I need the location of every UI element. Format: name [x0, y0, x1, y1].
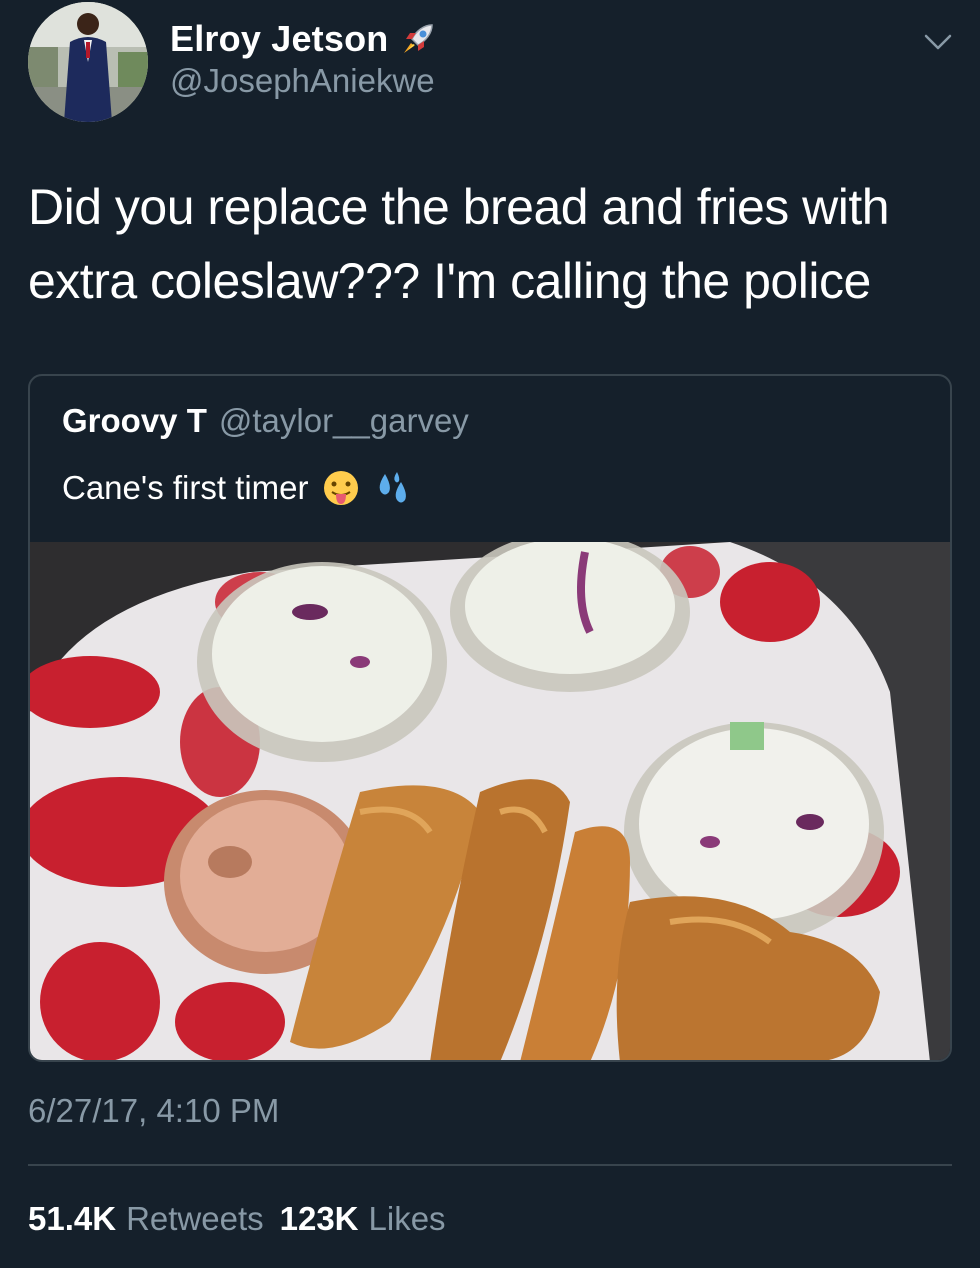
- tweet-header: Elroy Jetson @JosephAniekwe: [0, 0, 980, 130]
- quoted-tweet-text-row: Cane's first timer: [62, 468, 413, 508]
- chevron-down-icon[interactable]: [920, 28, 956, 58]
- quoted-handle: @taylor__garvey: [218, 402, 469, 439]
- tweet-timestamp[interactable]: 6/27/17, 4:10 PM: [28, 1092, 279, 1130]
- likes-stat[interactable]: 123K Likes: [280, 1200, 462, 1238]
- tongue-out-emoji-icon: [323, 471, 358, 505]
- author-name-row: Elroy Jetson: [170, 18, 438, 60]
- divider: [28, 1164, 952, 1166]
- quoted-tweet[interactable]: Groovy T @taylor__garvey Cane's first ti…: [28, 374, 952, 1062]
- quoted-tweet-text: Cane's first timer: [62, 469, 309, 506]
- quoted-tweet-header: Groovy T @taylor__garvey: [62, 402, 469, 440]
- retweets-label: Retweets: [126, 1200, 264, 1237]
- rocket-icon: [404, 24, 434, 53]
- food-photo[interactable]: [30, 542, 950, 1062]
- quoted-display-name: Groovy T: [62, 402, 207, 439]
- tweet-text: Did you replace the bread and fries with…: [28, 179, 890, 309]
- retweets-count: 51.4K: [28, 1200, 117, 1237]
- avatar[interactable]: [28, 2, 148, 122]
- likes-label: Likes: [368, 1200, 446, 1237]
- likes-count: 123K: [279, 1200, 359, 1237]
- retweets-stat[interactable]: 51.4K Retweets: [28, 1200, 280, 1238]
- author-display-name[interactable]: Elroy Jetson: [170, 18, 388, 60]
- author-handle[interactable]: @JosephAniekwe: [170, 62, 435, 100]
- engagement-stats: 51.4K Retweets 123K Likes: [28, 1200, 462, 1238]
- sweat-droplets-icon: [379, 472, 406, 503]
